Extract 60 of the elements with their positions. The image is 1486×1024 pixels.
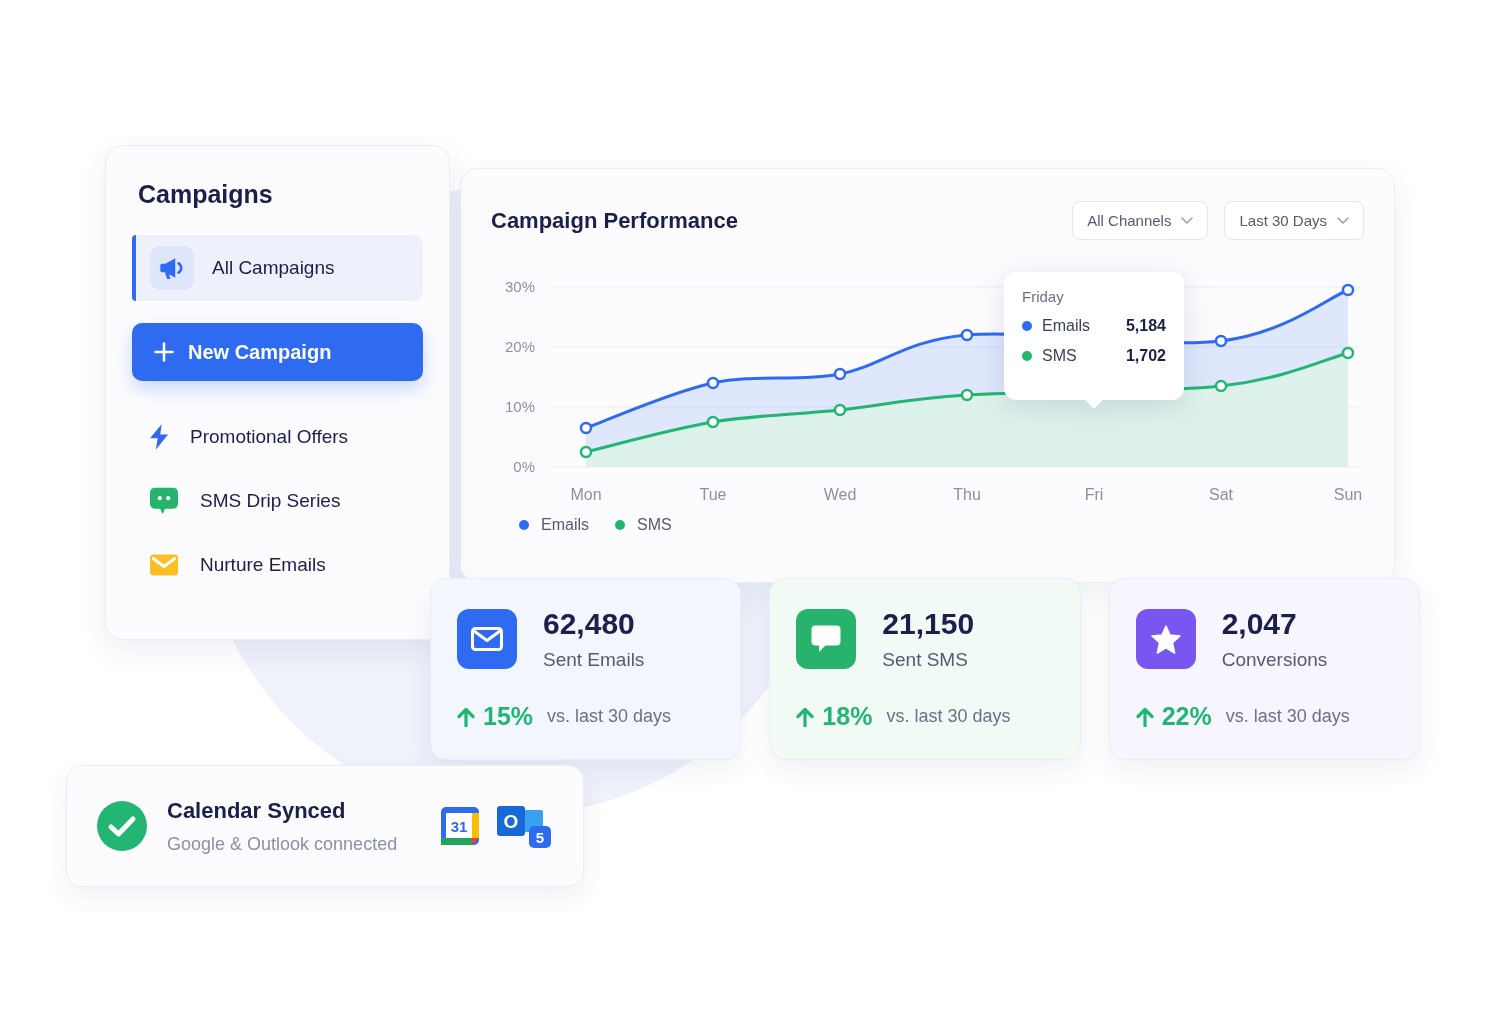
campaign-item[interactable]: SMS Drip Series bbox=[132, 471, 423, 531]
panel-title: Campaigns bbox=[138, 180, 274, 209]
data-point bbox=[706, 376, 720, 390]
tooltip-value: 5,184 bbox=[1125, 317, 1166, 335]
data-point bbox=[706, 415, 720, 429]
change-percent: 22% bbox=[1161, 702, 1212, 731]
axis-label: 20% bbox=[504, 338, 535, 355]
campaign-item[interactable]: Nurture Emails bbox=[132, 535, 423, 595]
change-percent: 15% bbox=[483, 702, 534, 731]
sync-subtitle: Google & Outlook connected bbox=[167, 833, 399, 855]
arrow-up-icon bbox=[1135, 706, 1154, 727]
dropdown[interactable]: Last 30 Days bbox=[1224, 201, 1364, 240]
stat-value: 2,047 bbox=[1221, 607, 1298, 641]
axis-label: 0% bbox=[513, 458, 535, 475]
comparison-text: vs. last 30 days bbox=[547, 706, 672, 727]
legend-label: SMS bbox=[637, 516, 672, 534]
data-point bbox=[960, 388, 974, 402]
data-point bbox=[1214, 334, 1228, 348]
axis-label: Fri bbox=[1084, 486, 1104, 503]
tooltip-label: Emails bbox=[1042, 317, 1091, 335]
comparison-text: vs. last 30 days bbox=[1225, 706, 1350, 727]
data-point bbox=[960, 328, 974, 342]
plus-icon bbox=[154, 342, 174, 362]
calendar-app-icon: 31 bbox=[441, 807, 479, 845]
axis-label: Tue bbox=[699, 486, 727, 503]
stat-label: Sent Emails bbox=[543, 649, 645, 671]
arrow-up-icon bbox=[457, 706, 475, 727]
data-point bbox=[1214, 379, 1228, 393]
axis-label: Sat bbox=[1209, 486, 1233, 503]
axis-label: 10% bbox=[504, 398, 535, 415]
sync-title: Calendar Synced bbox=[167, 797, 347, 824]
stat-label: Conversions bbox=[1221, 649, 1328, 671]
arrow-up-icon bbox=[796, 706, 815, 727]
chevron-down-icon bbox=[1181, 217, 1194, 224]
tooltip-label: SMS bbox=[1042, 347, 1078, 365]
stat-value: 21,150 bbox=[882, 607, 975, 641]
tooltip-value: 1,702 bbox=[1125, 347, 1166, 365]
axis-label: Mon bbox=[570, 486, 602, 503]
data-point bbox=[833, 367, 847, 381]
data-point bbox=[833, 403, 847, 417]
new-campaign-button[interactable]: New Campaign bbox=[132, 323, 423, 381]
axis-label: Thu bbox=[953, 486, 981, 503]
comparison-text: vs. last 30 days bbox=[886, 706, 1011, 727]
tooltip-title: Friday bbox=[1022, 288, 1065, 305]
axis-label: Wed bbox=[823, 486, 857, 503]
change-percent: 18% bbox=[822, 702, 873, 731]
megaphone-icon bbox=[150, 246, 194, 290]
legend-label: Emails bbox=[541, 516, 589, 534]
dropdown[interactable]: All Channels bbox=[1072, 201, 1209, 240]
chevron-down-icon bbox=[1337, 217, 1349, 224]
chart-title: Campaign Performance bbox=[491, 207, 738, 234]
check-circle-icon bbox=[97, 801, 147, 851]
axis-label: Sun bbox=[1333, 486, 1363, 503]
data-point bbox=[579, 421, 593, 435]
nav-item[interactable]: All Campaigns bbox=[132, 235, 423, 301]
axis-label: 30% bbox=[504, 278, 535, 295]
campaign-item[interactable]: Promotional Offers bbox=[132, 407, 423, 467]
stat-value: 62,480 bbox=[543, 607, 636, 641]
stat-label: Sent SMS bbox=[882, 649, 969, 671]
data-point bbox=[1341, 283, 1355, 297]
